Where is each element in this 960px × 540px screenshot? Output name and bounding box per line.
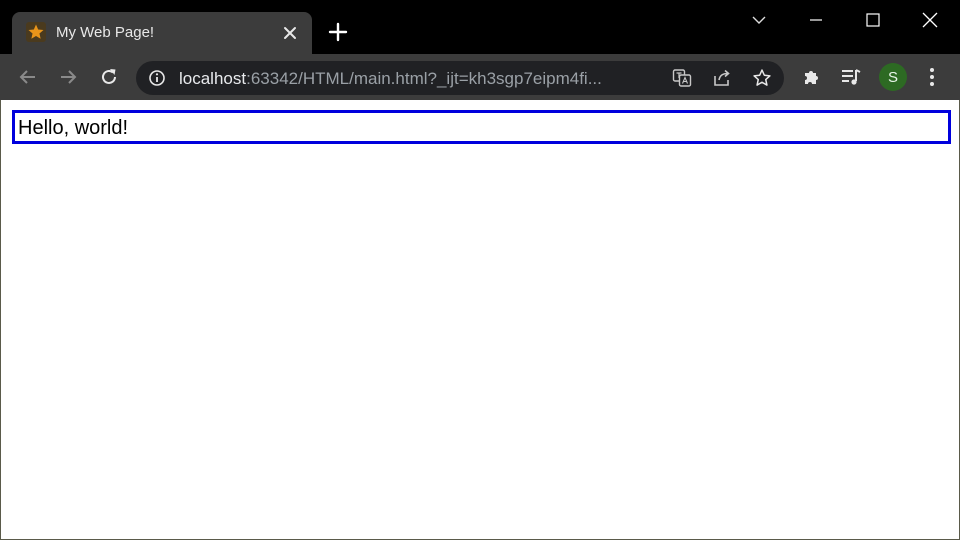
translate-icon[interactable] bbox=[671, 67, 693, 89]
kebab-menu-icon[interactable] bbox=[920, 65, 944, 89]
share-icon[interactable] bbox=[711, 67, 733, 89]
reload-icon[interactable] bbox=[97, 65, 121, 89]
new-tab-icon[interactable] bbox=[326, 20, 350, 44]
tab-title: My Web Page! bbox=[56, 24, 155, 41]
url-text[interactable]: localhost:63342/HTML/main.html?_ijt=kh3s… bbox=[179, 69, 602, 88]
info-icon[interactable] bbox=[148, 69, 166, 87]
close-window-icon[interactable] bbox=[902, 0, 958, 40]
minimize-icon[interactable] bbox=[788, 0, 844, 40]
content-box: Hello, world! bbox=[12, 110, 951, 144]
tab-search-chevron-down-icon[interactable] bbox=[731, 0, 787, 40]
tab-my-web-page[interactable]: My Web Page! bbox=[12, 12, 312, 54]
address-bar[interactable]: localhost:63342/HTML/main.html?_ijt=kh3s… bbox=[136, 61, 784, 95]
media-playlist-icon[interactable] bbox=[839, 65, 863, 89]
forward-arrow-icon[interactable] bbox=[56, 65, 80, 89]
browser-toolbar: localhost:63342/HTML/main.html?_ijt=kh3s… bbox=[0, 54, 960, 100]
extensions-puzzle-icon[interactable] bbox=[800, 65, 824, 89]
close-tab-icon[interactable] bbox=[282, 25, 298, 41]
star-icon bbox=[26, 22, 46, 42]
bookmark-star-icon[interactable] bbox=[751, 67, 773, 89]
hello-text: Hello, world! bbox=[18, 117, 129, 139]
profile-avatar[interactable]: S bbox=[879, 63, 907, 91]
url-host: localhost bbox=[179, 69, 247, 88]
maximize-icon[interactable] bbox=[845, 0, 901, 40]
title-bar: My Web Page! bbox=[0, 0, 960, 54]
back-arrow-icon[interactable] bbox=[16, 65, 40, 89]
url-path: :63342/HTML/main.html?_ijt=kh3sgp7eipm4f… bbox=[246, 69, 602, 88]
page-viewport: Hello, world! bbox=[0, 100, 960, 540]
